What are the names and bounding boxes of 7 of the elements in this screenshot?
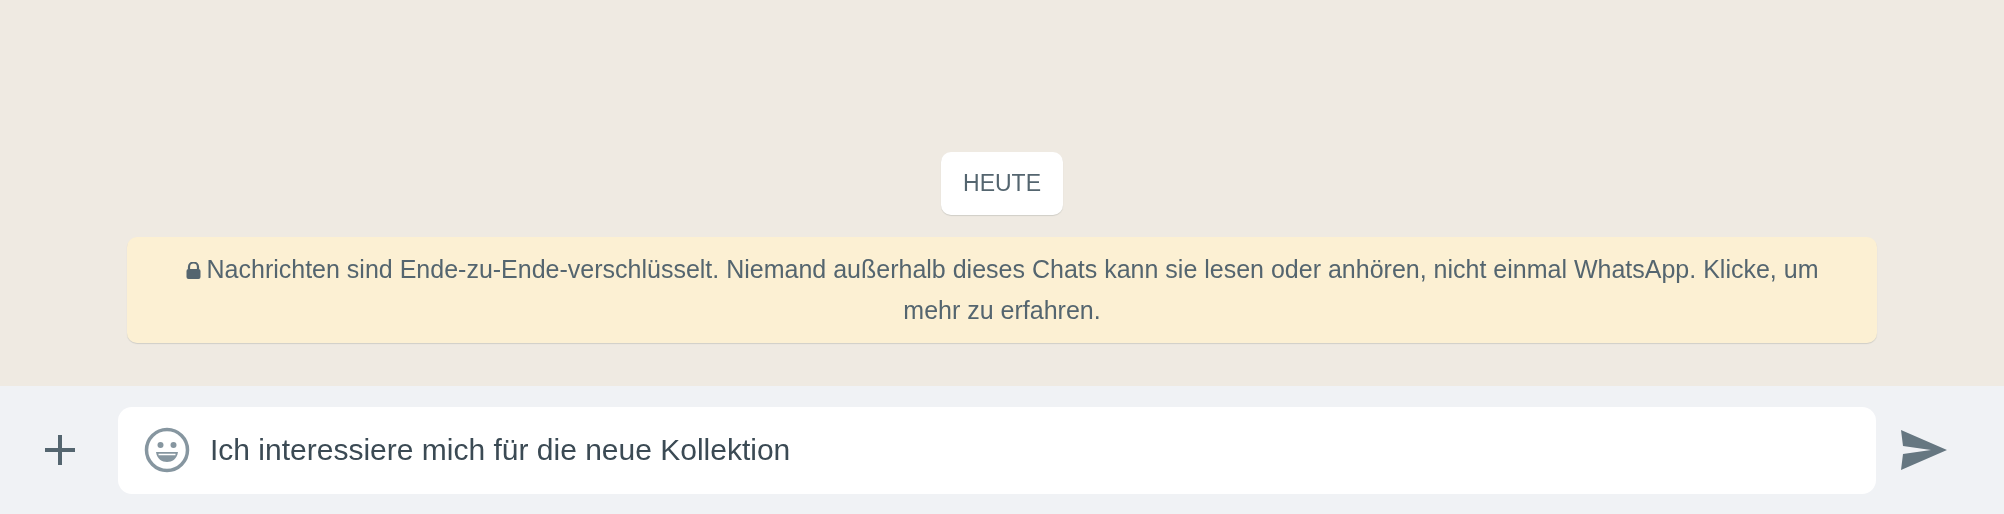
emoji-icon[interactable] [144, 427, 190, 473]
notice-text: Nachrichten sind Ende-zu-Ende-verschlüsselt. Niemand außerhalb dieses Chats kann sie lesen oder anhören, nicht einmal WhatsApp. Klicke, um mehr zu erfahren. [206, 255, 1819, 324]
encryption-notice[interactable]: Nachrichten sind Ende-zu-Ende-verschlüsselt. Niemand außerhalb dieses Chats kann sie lesen oder anhören, nicht einmal WhatsApp. Klicke, um mehr zu erfahren. [127, 237, 1877, 343]
send-icon [1901, 430, 1947, 470]
lock-icon [185, 262, 201, 279]
plus-icon [42, 432, 78, 468]
message-input[interactable]: Ich interessiere mich für die neue Kollektion [118, 406, 1876, 494]
